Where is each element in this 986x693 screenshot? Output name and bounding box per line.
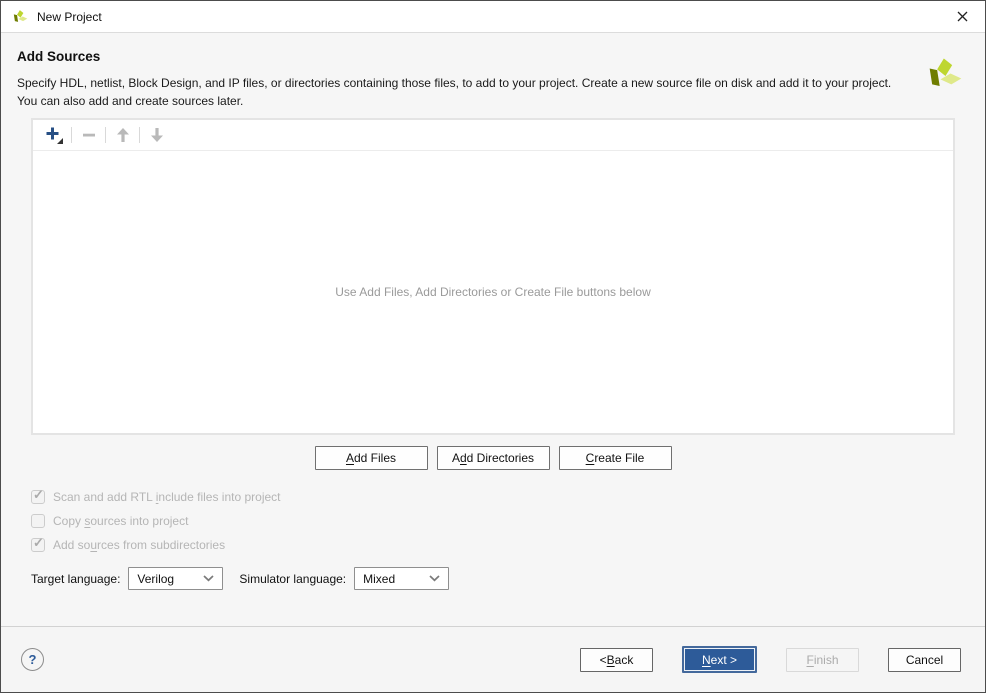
help-icon[interactable]: ? [21,648,44,671]
app-logo-icon [11,9,28,24]
move-down-icon [143,122,170,148]
copy-sources-option: Copy sources into project [31,509,985,533]
sources-toolbar [33,120,953,151]
titlebar: New Project [1,1,985,33]
scan-rtl-includes-option: Scan and add RTL include files into proj… [31,485,985,509]
finish-button: Finish [786,647,859,672]
sources-panel: Use Add Files, Add Directories or Create… [31,118,955,435]
wizard-header: Add Sources Specify HDL, netlist, Block … [1,33,985,112]
simulator-language-label: Simulator language: [239,571,347,586]
vivado-logo-icon [923,57,963,95]
page-description: Specify HDL, netlist, Block Design, and … [17,76,892,108]
next-button[interactable]: Next > [682,646,757,673]
add-subdirectories-checkbox[interactable] [31,535,45,552]
cancel-button[interactable]: Cancel [888,647,961,672]
add-files-button[interactable]: Add Files [314,446,428,470]
empty-list-message: Use Add Files, Add Directories or Create… [335,285,651,299]
chevron-down-icon [429,575,440,582]
page-title: Add Sources [17,49,101,64]
toolbar-separator [139,127,140,143]
wizard-footer: ? < Back Next > Finish Cancel [1,626,985,692]
source-action-buttons: Add Files Add Directories Create File [1,446,985,470]
sources-list-empty-area[interactable]: Use Add Files, Add Directories or Create… [33,151,953,433]
new-project-dialog: New Project Add Sources Specify HDL, net… [0,0,986,693]
remove-source-icon [75,122,102,148]
scan-rtl-includes-checkbox[interactable] [31,487,45,504]
close-icon[interactable] [940,1,985,32]
add-subdirectories-option: Add sources from subdirectories [31,533,985,557]
simulator-language-select[interactable]: Mixed [354,567,450,590]
window-title: New Project [37,9,102,24]
source-options: Scan and add RTL include files into proj… [31,485,985,557]
add-source-icon[interactable] [41,122,68,148]
checkbox-label: Scan and add RTL include files into proj… [53,490,281,504]
checkbox-label: Add sources from subdirectories [53,538,226,552]
wizard-nav-buttons: < Back Next > Finish Cancel [580,646,961,673]
back-button[interactable]: < Back [580,647,653,672]
toolbar-separator [71,127,72,143]
language-settings: Target language: Verilog Simulator langu… [31,567,985,590]
toolbar-separator [105,127,106,143]
checkbox-label: Copy sources into project [53,514,189,528]
create-file-button[interactable]: Create File [558,446,672,470]
add-directories-button[interactable]: Add Directories [436,446,550,470]
target-language-label: Target language: [31,571,121,586]
chevron-down-icon [203,575,214,582]
copy-sources-checkbox[interactable] [31,514,45,528]
move-up-icon [109,122,136,148]
target-language-select[interactable]: Verilog [128,567,224,590]
